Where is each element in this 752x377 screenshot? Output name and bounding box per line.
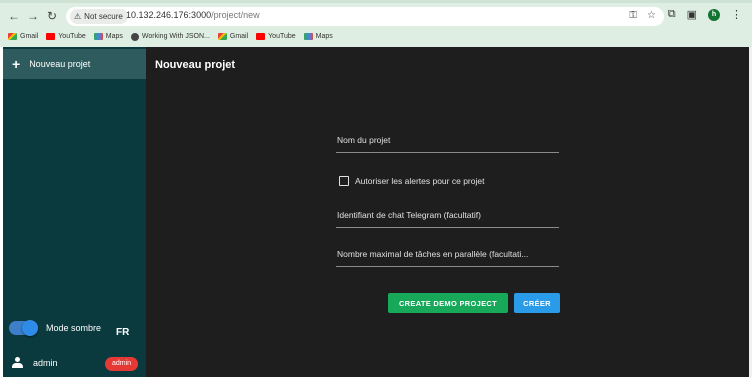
- extensions-icon[interactable]: ⧉: [668, 8, 676, 21]
- dark-mode-toggle[interactable]: [9, 320, 38, 336]
- reload-icon[interactable]: ↻: [44, 8, 60, 24]
- telegram-chat-id-field[interactable]: Identifiant de chat Telegram (facultatif…: [336, 206, 559, 228]
- back-icon[interactable]: ←: [6, 8, 22, 24]
- security-label: Not secure: [84, 12, 123, 21]
- project-name-label: Nom du projet: [337, 135, 391, 145]
- alerts-checkbox[interactable]: [339, 176, 349, 186]
- admin-badge: admin: [105, 357, 138, 371]
- sidepanel-icon[interactable]: ▣: [687, 8, 697, 21]
- menu-icon[interactable]: ⋮: [731, 8, 742, 21]
- address-bar[interactable]: ⚠ Not secure 10.132.246.176:3000/project…: [66, 7, 664, 26]
- bookmark-json[interactable]: Working With JSON...: [130, 32, 210, 41]
- forward-icon[interactable]: →: [25, 8, 41, 24]
- alerts-checkbox-row[interactable]: Autoriser les alertes pour ce projet: [339, 176, 484, 186]
- bookmark-gmail[interactable]: Gmail: [8, 33, 38, 40]
- warning-icon: ⚠: [74, 12, 82, 21]
- bookmark-youtube-2[interactable]: YouTube: [256, 33, 296, 40]
- toggle-knob: [22, 320, 38, 336]
- plus-icon: +: [12, 56, 21, 72]
- url-host: 10.132.246.176:3000: [126, 10, 212, 20]
- bookmark-maps-2[interactable]: Maps: [303, 33, 333, 40]
- key-icon[interactable]: ⚿: [629, 10, 637, 21]
- alerts-checkbox-label: Autoriser les alertes pour ce projet: [355, 176, 485, 186]
- url-text[interactable]: 10.132.246.176:3000/project/new: [126, 10, 260, 20]
- globe-icon: [130, 32, 139, 41]
- maps-icon: [303, 33, 313, 40]
- youtube-icon: [256, 33, 266, 40]
- new-project-label: Nouveau projet: [29, 59, 91, 69]
- bookmarks-bar: Gmail YouTube Maps Working With JSON... …: [0, 28, 752, 45]
- user-menu[interactable]: admin: [12, 357, 58, 368]
- bookmark-youtube[interactable]: YouTube: [46, 33, 86, 40]
- user-name: admin: [33, 357, 58, 368]
- create-button[interactable]: CRÉER: [514, 293, 560, 313]
- dark-mode-label: Mode sombre: [46, 323, 102, 333]
- maps-icon: [93, 33, 103, 40]
- profile-avatar[interactable]: h: [708, 8, 720, 21]
- language-switch[interactable]: FR: [116, 327, 129, 338]
- browser-chrome: ← → ↻ ⚠ Not secure 10.132.246.176:3000/p…: [0, 0, 752, 47]
- page-title: Nouveau projet: [155, 59, 236, 71]
- main-content: Nouveau projet Nom du projet Autoriser l…: [146, 47, 752, 377]
- user-icon: [12, 357, 23, 368]
- create-demo-project-button[interactable]: CREATE DEMO PROJECT: [388, 293, 508, 313]
- project-name-field[interactable]: Nom du projet: [336, 131, 559, 153]
- star-icon[interactable]: ☆: [647, 10, 656, 21]
- telegram-chat-id-label: Identifiant de chat Telegram (facultatif…: [337, 210, 481, 220]
- app: + Nouveau projet Mode sombre FR admin ad…: [0, 47, 752, 377]
- bookmark-maps[interactable]: Maps: [93, 33, 123, 40]
- dark-mode-row: Mode sombre: [9, 320, 102, 336]
- gmail-icon: [217, 33, 227, 40]
- youtube-icon: [46, 33, 56, 40]
- new-project-item[interactable]: + Nouveau projet: [3, 49, 146, 79]
- gmail-icon: [8, 33, 17, 40]
- security-chip[interactable]: ⚠ Not secure: [70, 9, 128, 24]
- url-path: /project/new: [211, 10, 260, 20]
- max-parallel-tasks-label: Nombre maximal de tâches en parallèle (f…: [337, 249, 529, 259]
- browser-toolbar: ← → ↻ ⚠ Not secure 10.132.246.176:3000/p…: [0, 3, 752, 28]
- sidebar: + Nouveau projet Mode sombre FR admin ad…: [3, 47, 146, 377]
- bookmark-gmail-2[interactable]: Gmail: [217, 33, 248, 40]
- max-parallel-tasks-field[interactable]: Nombre maximal de tâches en parallèle (f…: [336, 245, 559, 267]
